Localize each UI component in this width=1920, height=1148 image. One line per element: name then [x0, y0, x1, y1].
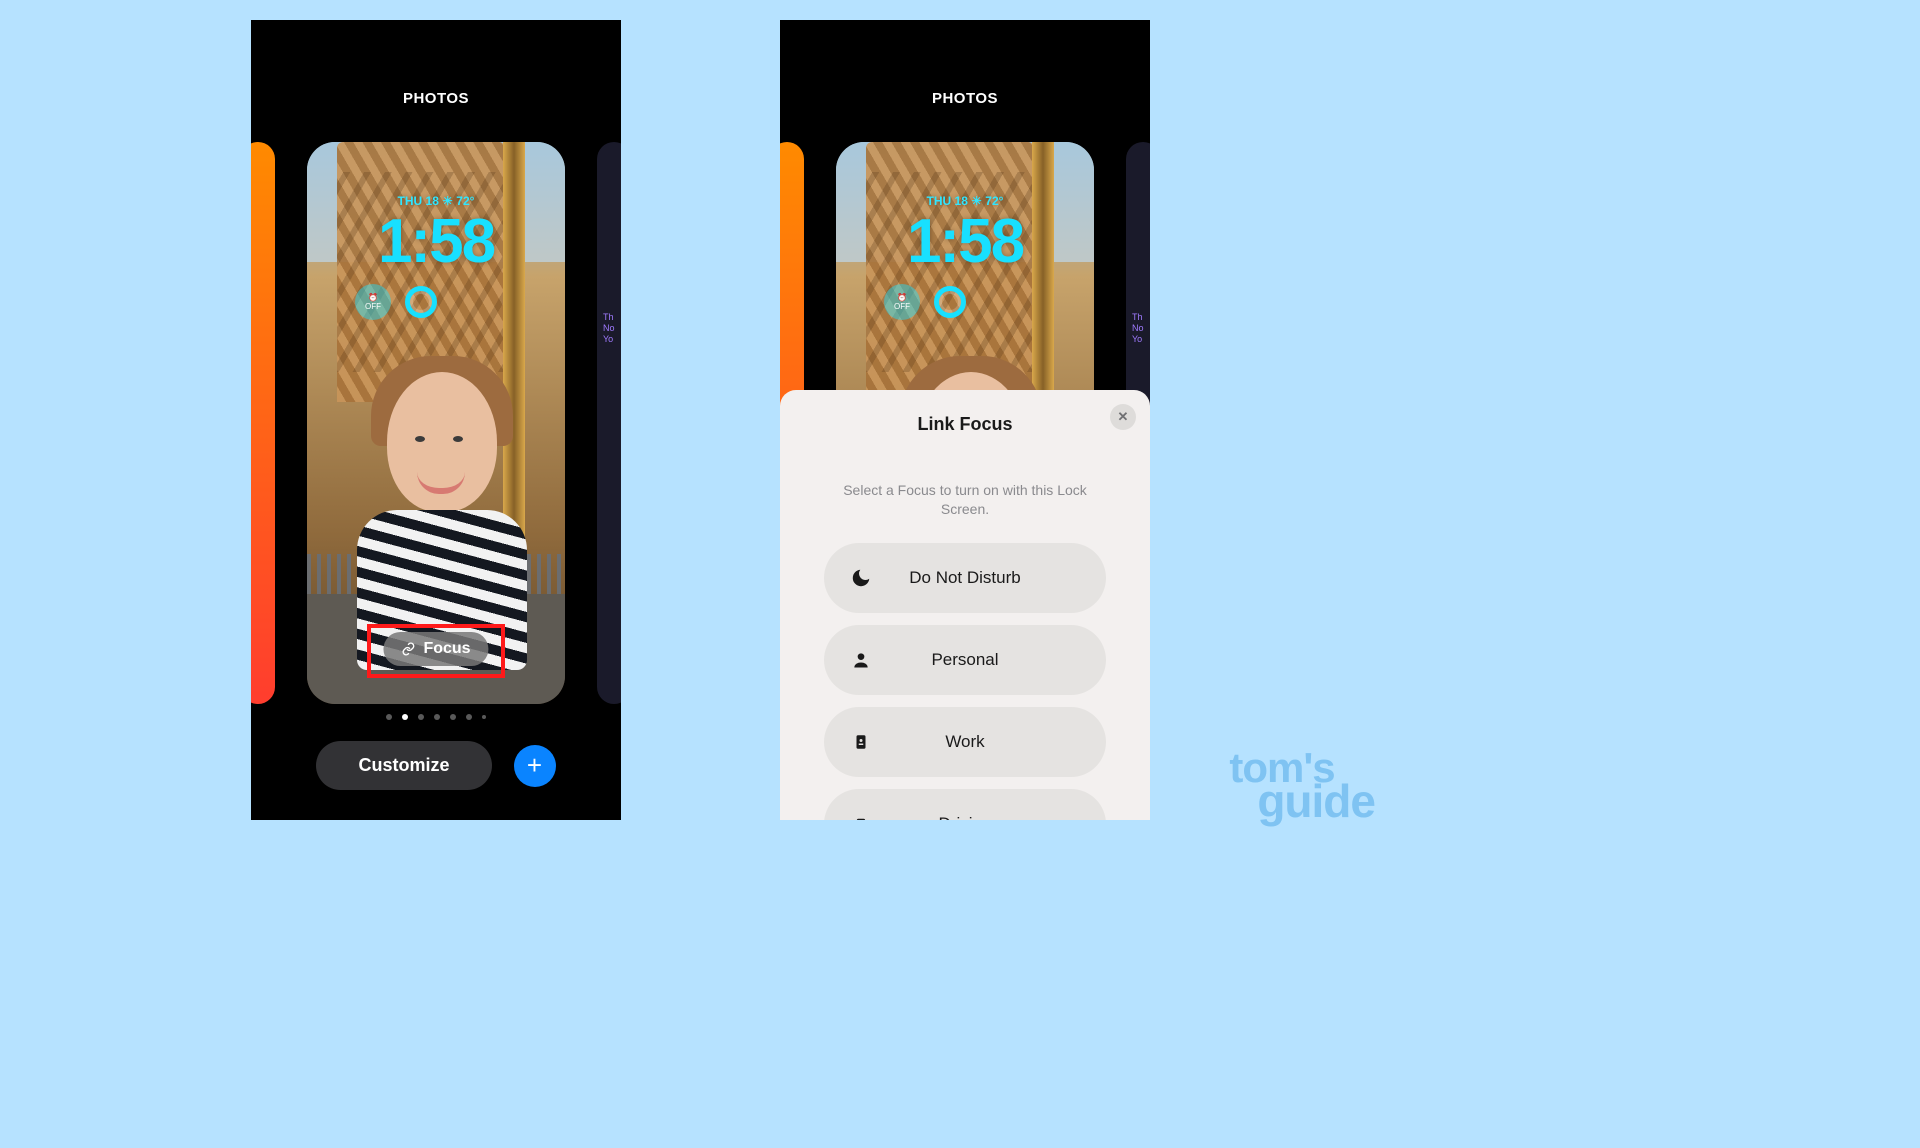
- close-icon: ✕: [1118, 409, 1129, 425]
- activity-ring-widget[interactable]: [405, 286, 437, 318]
- lockscreen-time: 1:58: [836, 206, 1094, 277]
- focus-option-do-not-disturb[interactable]: Do Not Disturb: [824, 543, 1106, 613]
- lockscreen-widgets: ⏰ OFF: [884, 284, 966, 320]
- link-icon: [401, 642, 415, 656]
- section-title: PHOTOS: [251, 90, 621, 107]
- alarm-icon: ⏰: [897, 293, 907, 302]
- lockscreen-peek-next[interactable]: Th No Yo: [597, 142, 621, 704]
- focus-options-list: Do Not Disturb Personal Work: [798, 543, 1132, 820]
- link-focus-sheet: Link Focus ✕ Select a Focus to turn on w…: [780, 390, 1150, 820]
- focus-option-driving[interactable]: Driving: [824, 789, 1106, 820]
- page-indicator: [251, 714, 621, 720]
- alarm-icon: ⏰: [368, 293, 378, 302]
- car-icon: [848, 811, 874, 820]
- badge-icon: [848, 729, 874, 755]
- phone-screenshot-right: PHOTOS Th No Yo: [780, 20, 1150, 820]
- focus-option-work[interactable]: Work: [824, 707, 1106, 777]
- plus-icon: +: [527, 750, 542, 781]
- moon-icon: [848, 565, 874, 591]
- sheet-description: Select a Focus to turn on with this Lock…: [824, 481, 1106, 519]
- focus-button-label: Focus: [423, 640, 470, 658]
- lockscreen-preview[interactable]: THU 18 ☀︎ 72° 1:58 ⏰ OFF Focus: [307, 142, 565, 704]
- person-icon: [848, 647, 874, 673]
- lockscreen-time: 1:58: [307, 206, 565, 277]
- customize-button[interactable]: Customize: [316, 741, 491, 790]
- section-title: PHOTOS: [780, 90, 1150, 107]
- sheet-title: Link Focus: [798, 414, 1132, 435]
- phone-screenshot-left: PHOTOS Th No Yo: [251, 20, 621, 820]
- alarm-widget[interactable]: ⏰ OFF: [355, 284, 391, 320]
- add-lockscreen-button[interactable]: +: [514, 745, 556, 787]
- activity-ring-widget[interactable]: [934, 286, 966, 318]
- lockscreen-peek-prev[interactable]: [251, 142, 275, 704]
- lockscreen-widgets: ⏰ OFF: [355, 284, 437, 320]
- alarm-widget[interactable]: ⏰ OFF: [884, 284, 920, 320]
- focus-button[interactable]: Focus: [383, 632, 488, 666]
- close-button[interactable]: ✕: [1110, 404, 1136, 430]
- focus-option-personal[interactable]: Personal: [824, 625, 1106, 695]
- watermark-logo: tom's guide: [1229, 752, 1375, 818]
